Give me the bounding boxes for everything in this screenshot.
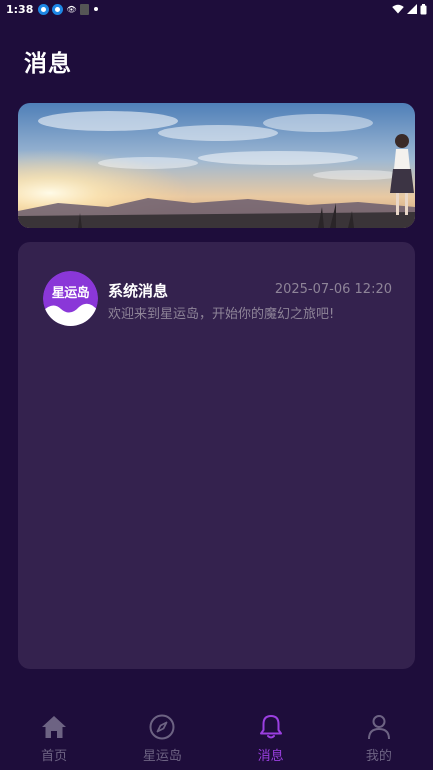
nav-label: 首页 — [41, 749, 68, 764]
bottom-nav: 首页 星运岛 消息 我的 — [0, 705, 433, 770]
app-notification-icon — [79, 3, 89, 15]
app-notification-icon — [52, 3, 64, 15]
user-icon — [365, 713, 393, 741]
compass-icon — [148, 713, 176, 741]
nav-item-messages[interactable]: 消息 — [217, 705, 325, 770]
message-preview: 欢迎来到星运岛，开始你的魔幻之旅吧! — [108, 307, 335, 322]
notification-icons: 👁 — [38, 3, 98, 15]
wifi-icon — [392, 4, 404, 14]
status-bar: 1:38 👁 — [0, 0, 433, 18]
avatar-logo-text: 星运岛 — [51, 286, 90, 301]
nav-label: 消息 — [257, 749, 284, 764]
nav-item-island[interactable]: 星运岛 — [108, 705, 216, 770]
app-notification-icon — [38, 3, 50, 15]
message-time: 2025-07-06 12:20 — [274, 282, 392, 297]
banner-image[interactable] — [18, 103, 415, 228]
avatar: 星运岛 — [43, 271, 98, 326]
more-notifications-icon — [93, 7, 98, 11]
nav-label: 星运岛 — [142, 749, 182, 764]
bell-icon — [257, 713, 285, 741]
status-time: 1:38 — [6, 2, 34, 16]
page-title: 消息 — [24, 51, 72, 77]
message-item-system[interactable]: 星运岛 系统消息 2025-07-06 12:20 欢迎来到星运岛，开始你的魔幻… — [18, 242, 415, 332]
nav-item-profile[interactable]: 我的 — [325, 705, 433, 770]
system-icons — [392, 3, 427, 15]
signal-icon — [407, 4, 417, 14]
battery-icon — [420, 3, 427, 14]
message-list: 星运岛 系统消息 2025-07-06 12:20 欢迎来到星运岛，开始你的魔幻… — [18, 242, 415, 669]
nav-label: 我的 — [365, 749, 392, 764]
nav-item-home[interactable]: 首页 — [0, 705, 108, 770]
message-title: 系统消息 — [108, 282, 169, 300]
screen: 1:38 👁 消息 星运岛 系统消息 2025-07-06 12:20 欢迎来到… — [0, 0, 433, 770]
eye-icon: 👁 — [66, 4, 77, 14]
home-icon — [40, 713, 68, 741]
